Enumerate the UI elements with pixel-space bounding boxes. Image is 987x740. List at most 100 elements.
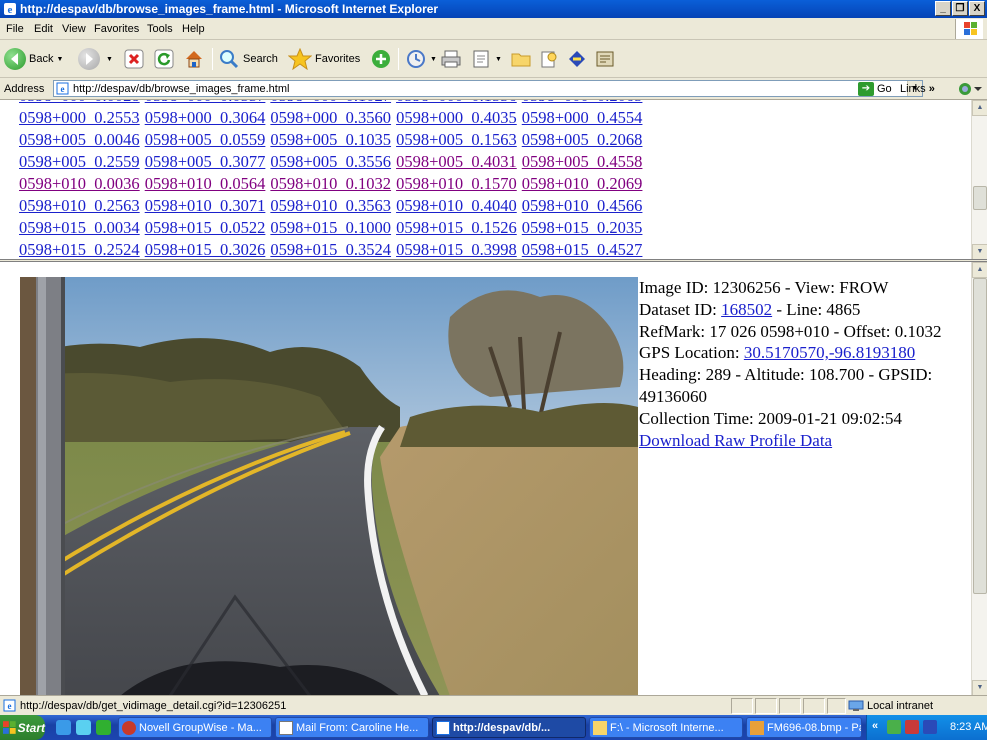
image-link[interactable]: 0598+010_0.0564 [145, 174, 266, 193]
image-link[interactable]: 0598+005_0.3077 [145, 152, 266, 171]
image-link[interactable]: 0598+000_0.3560 [270, 108, 391, 127]
task-groupwise[interactable]: Novell GroupWise - Ma... [118, 717, 272, 738]
image-link[interactable]: 0598+000_0.1027 [270, 100, 391, 105]
image-link[interactable]: 0598+005_0.1035 [270, 130, 391, 149]
image-link[interactable]: 0598+005_0.2068 [522, 130, 643, 149]
menu-edit[interactable]: Edit [34, 23, 53, 35]
task-ie-despav[interactable]: http://despav/db/... [432, 717, 586, 738]
task-mail[interactable]: Mail From: Caroline He... [275, 717, 429, 738]
image-link[interactable]: 0598+015_0.2524 [19, 240, 140, 259]
image-link[interactable]: 0598+015_0.4527 [522, 240, 643, 259]
image-link[interactable]: 0598+000_0.2065 [522, 100, 643, 105]
menu-file[interactable]: File [6, 23, 24, 35]
media-button[interactable] [370, 46, 392, 72]
road-photo [20, 277, 638, 695]
menu-favorites[interactable]: Favorites [94, 23, 139, 35]
print-button[interactable] [440, 46, 462, 72]
image-link[interactable]: 0598+005_0.4031 [396, 152, 517, 171]
image-link[interactable]: 0598+015_0.0522 [145, 218, 266, 237]
image-link[interactable]: 0598+000_0.0028 [19, 100, 140, 105]
image-link[interactable]: 0598+005_0.2559 [19, 152, 140, 171]
folder-button[interactable] [510, 46, 532, 72]
image-link[interactable]: 0598+005_0.0559 [145, 130, 266, 149]
search-button[interactable]: Search [218, 46, 278, 72]
scroll-down-icon[interactable]: ▼ [972, 244, 987, 259]
menu-help[interactable]: Help [182, 23, 205, 35]
start-button[interactable]: Start [0, 715, 45, 740]
quicklaunch-media-icon[interactable] [96, 720, 111, 735]
image-link[interactable]: 0598+005_0.4558 [522, 152, 643, 171]
bottom-frame-scrollbar[interactable]: ▲ ▼ [971, 262, 987, 695]
image-link[interactable]: 0598+000_0.3064 [145, 108, 266, 127]
image-link[interactable]: 0598+005_0.0046 [19, 130, 140, 149]
scroll-down-icon[interactable]: ▼ [972, 680, 987, 695]
tools-button[interactable] [594, 46, 616, 72]
windows-logo-icon [3, 721, 16, 734]
start-label: Start [17, 720, 45, 735]
image-link[interactable]: 0598+005_0.3556 [270, 152, 391, 171]
image-link[interactable]: 0598+010_0.2563 [19, 196, 140, 215]
address-input[interactable]: e http://despav/db/browse_images_frame.h… [53, 80, 923, 97]
edit-button[interactable]: ▼ [470, 46, 502, 72]
quicklaunch-ie-icon[interactable] [56, 720, 71, 735]
image-link[interactable]: 0598+015_0.3998 [396, 240, 517, 259]
scrollbar-thumb[interactable] [973, 278, 987, 594]
back-button[interactable]: Back ▼ [4, 46, 63, 72]
image-link[interactable]: 0598+010_0.4566 [522, 196, 643, 215]
menu-tools[interactable]: Tools [147, 23, 173, 35]
gps-link[interactable]: 30.5170570,-96.8193180 [744, 343, 915, 362]
maximize-button[interactable]: ❐ [952, 1, 968, 16]
close-button[interactable]: X [969, 1, 985, 16]
image-link[interactable]: 0598+015_0.2035 [522, 218, 643, 237]
chevron-down-icon[interactable]: ▼ [106, 56, 113, 63]
forward-button[interactable]: ▼ [78, 46, 113, 72]
image-link[interactable]: 0598+015_0.3026 [145, 240, 266, 259]
image-link[interactable]: 0598+010_0.1032 [270, 174, 391, 193]
home-button[interactable] [183, 46, 205, 72]
tray-network-icon[interactable] [887, 720, 901, 734]
download-raw-profile-link[interactable]: Download Raw Profile Data [639, 431, 832, 450]
history-button[interactable]: ▼ [405, 46, 437, 72]
security-zone[interactable]: Local intranet [848, 698, 974, 714]
image-link[interactable]: 0598+005_0.1563 [396, 130, 517, 149]
favorites-button[interactable]: Favorites [288, 46, 360, 72]
image-link[interactable]: 0598+010_0.3563 [270, 196, 391, 215]
stop-button[interactable] [123, 46, 145, 72]
scrollbar-thumb[interactable] [973, 186, 987, 210]
tray-security-icon[interactable] [905, 720, 919, 734]
task-explorer-f[interactable]: F:\ - Microsoft Interne... [589, 717, 743, 738]
image-link[interactable]: 0598+015_0.3524 [270, 240, 391, 259]
chevron-down-icon[interactable]: ▼ [495, 56, 502, 63]
links-button[interactable]: Links » [900, 83, 935, 95]
image-link[interactable]: 0598+015_0.0034 [19, 218, 140, 237]
image-link[interactable]: 0598+010_0.1570 [396, 174, 517, 193]
tray-monitor-icon[interactable] [923, 720, 937, 734]
image-link[interactable]: 0598+000_0.0537 [145, 100, 266, 105]
quicklaunch-desktop-icon[interactable] [76, 720, 91, 735]
research-button[interactable] [538, 46, 560, 72]
image-link[interactable]: 0598+000_0.1536 [396, 100, 517, 105]
image-link[interactable]: 0598+010_0.4040 [396, 196, 517, 215]
image-link[interactable]: 0598+000_0.2553 [19, 108, 140, 127]
task-paint[interactable]: FM696-08.bmp - Paint [746, 717, 862, 738]
links-toolbar-icon[interactable] [958, 81, 982, 97]
refresh-button[interactable] [153, 46, 175, 72]
scroll-up-icon[interactable]: ▲ [972, 262, 987, 278]
chevron-down-icon[interactable]: ▼ [56, 56, 63, 63]
image-link[interactable]: 0598+000_0.4035 [396, 108, 517, 127]
messenger-button[interactable] [566, 46, 588, 72]
menu-view[interactable]: View [62, 23, 86, 35]
image-link[interactable]: 0598+010_0.3071 [145, 196, 266, 215]
image-link[interactable]: 0598+015_0.1000 [270, 218, 391, 237]
top-frame-scrollbar[interactable]: ▲ ▼ [971, 100, 987, 259]
image-link[interactable]: 0598+010_0.0036 [19, 174, 140, 193]
tray-expand-icon[interactable]: « [872, 720, 878, 732]
scroll-up-icon[interactable]: ▲ [972, 100, 987, 116]
dataset-link[interactable]: 168502 [721, 300, 772, 319]
image-link[interactable]: 0598+010_0.2069 [522, 174, 643, 193]
image-link[interactable]: 0598+015_0.1526 [396, 218, 517, 237]
minimize-button[interactable]: _ [935, 1, 951, 16]
image-link[interactable]: 0598+000_0.4554 [522, 108, 643, 127]
chevron-down-icon[interactable]: ▼ [430, 56, 437, 63]
go-button[interactable]: ➔ Go [858, 82, 892, 96]
